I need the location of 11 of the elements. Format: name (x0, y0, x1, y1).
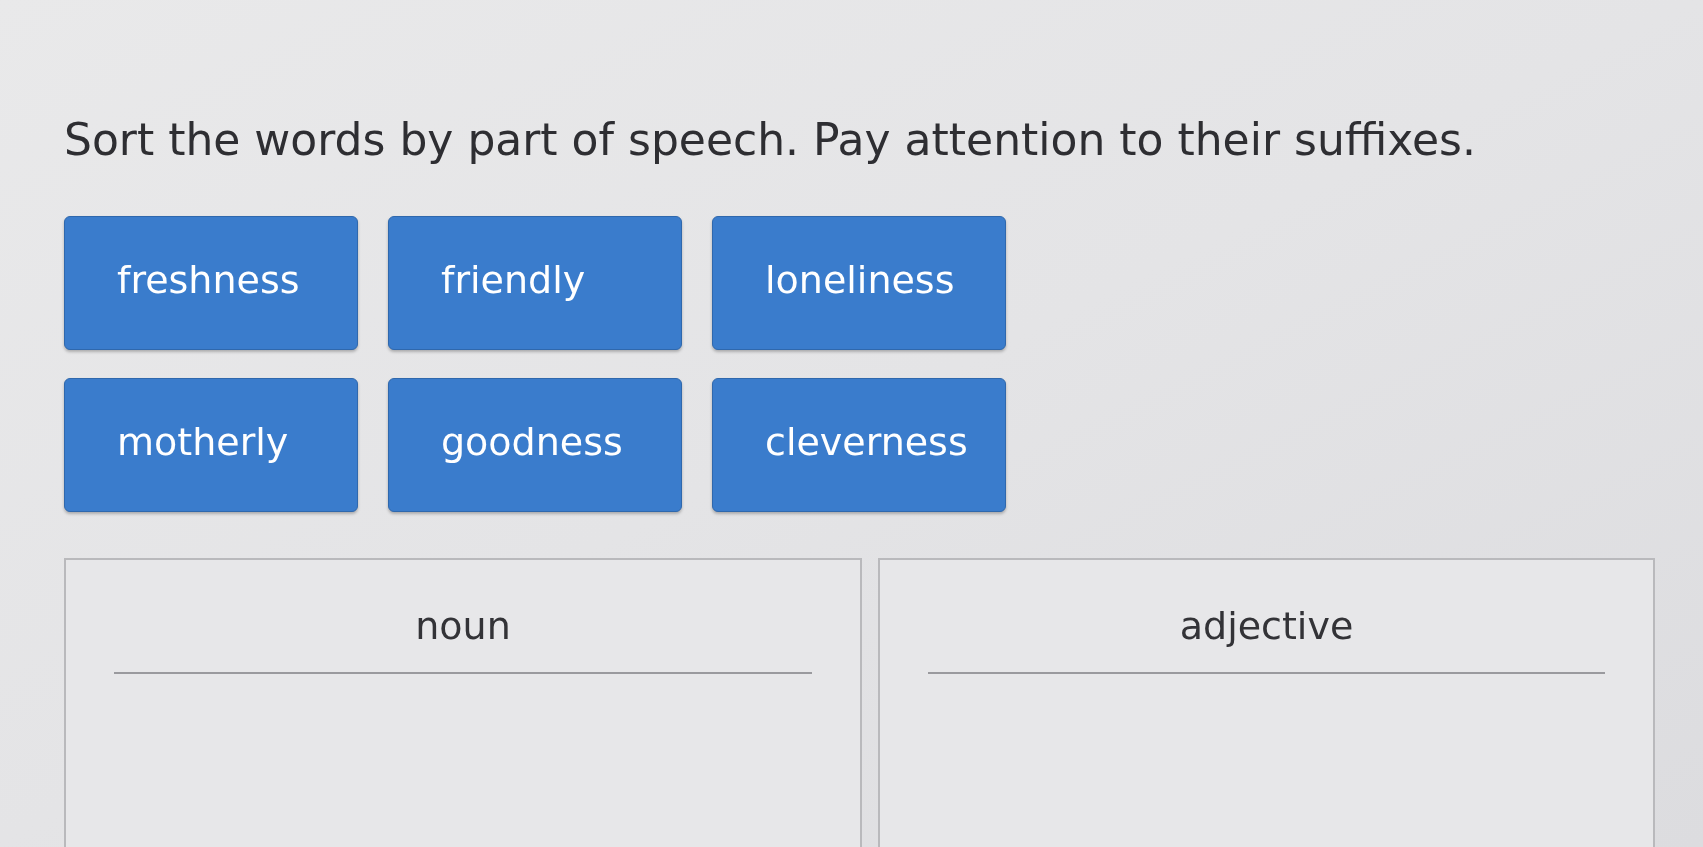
instruction-text: Sort the words by part of speech. Pay attention to their suffixes. (64, 113, 1476, 167)
category-label: adjective (1179, 603, 1354, 650)
word-tile[interactable]: freshness (64, 216, 358, 350)
drop-zone[interactable]: noun (64, 558, 862, 847)
word-tile[interactable]: goodness (388, 378, 682, 512)
word-tile[interactable]: motherly (64, 378, 358, 512)
drop-zone[interactable]: adjective (878, 558, 1655, 847)
category-label: noun (415, 603, 511, 650)
word-tile[interactable]: friendly (388, 216, 682, 350)
word-tile[interactable]: loneliness (712, 216, 1006, 350)
word-tile[interactable]: cleverness (712, 378, 1006, 512)
